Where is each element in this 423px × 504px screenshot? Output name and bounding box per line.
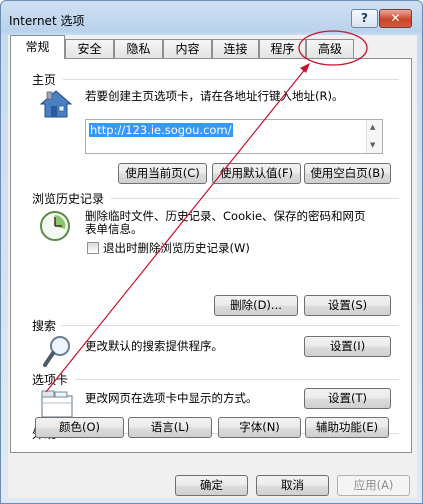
tab-general[interactable]: 常规 <box>10 35 65 59</box>
annotation-overlay <box>45 30 368 393</box>
highlight-ellipse <box>298 30 368 66</box>
arrowhead-icon <box>300 63 310 73</box>
annotation-arrow-line <box>45 67 307 393</box>
